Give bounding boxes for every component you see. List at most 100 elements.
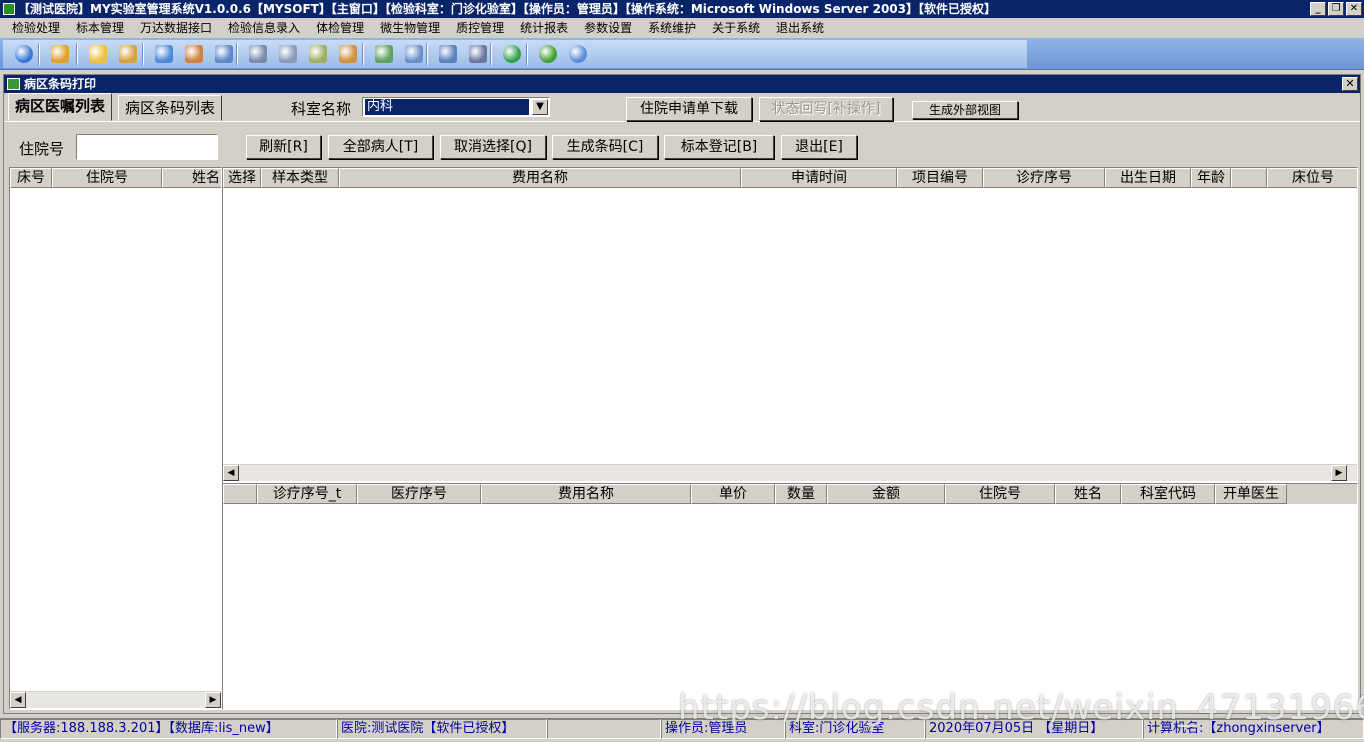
dept-select[interactable]: 内科 ▼: [362, 97, 550, 117]
menu-bar: 检验处理 标本管理 万达数据接口 检验信息录入 体检管理 微生物管理 质控管理 …: [0, 18, 1364, 38]
exit-button[interactable]: 退出[E]: [781, 135, 857, 159]
minimize-button[interactable]: _: [1310, 2, 1326, 16]
toolbar: [0, 38, 1364, 70]
subwindow-close-button[interactable]: ✕: [1342, 77, 1358, 91]
col-sample-type[interactable]: 样本类型: [261, 168, 339, 188]
refresh-toolbar-button[interactable]: [500, 42, 524, 66]
col-name[interactable]: 姓名: [162, 168, 221, 188]
col-fee-name[interactable]: 费用名称: [339, 168, 741, 188]
export-toolbar-button[interactable]: [372, 42, 396, 66]
chevron-down-icon[interactable]: ▼: [532, 99, 548, 115]
menu-item-specimen[interactable]: 标本管理: [68, 18, 132, 38]
status-server-db: 【服务器:188.188.3.201】【数据库:lis_new】: [0, 719, 337, 739]
tab-ward-barcodes[interactable]: 病区条码列表: [118, 95, 223, 121]
download-requests-button[interactable]: 住院申请单下载: [626, 97, 752, 121]
col-treatment-seq-t[interactable]: 诊疗序号_t: [257, 484, 357, 504]
col-bed-no[interactable]: 床号: [10, 168, 52, 188]
scroll-right-icon[interactable]: ▶: [1331, 465, 1347, 481]
toolbar-separator: [362, 43, 364, 65]
menu-item-info-entry[interactable]: 检验信息录入: [220, 18, 308, 38]
print-toolbar-button[interactable]: [246, 42, 270, 66]
col-indicator: [223, 484, 257, 504]
upload-icon: [185, 45, 203, 63]
col-birth-date[interactable]: 出生日期: [1105, 168, 1191, 188]
all-patients-button[interactable]: 全部病人[T]: [328, 135, 433, 159]
tab-ward-orders[interactable]: 病区医嘱列表: [8, 93, 113, 121]
settings-toolbar-button[interactable]: [12, 42, 36, 66]
col-blank[interactable]: [1231, 168, 1267, 188]
col-bed-position[interactable]: 床位号: [1267, 168, 1357, 188]
close-button[interactable]: ✕: [1346, 2, 1362, 16]
orders-grid-hscroll[interactable]: ◀ ▶: [223, 464, 1357, 481]
detail-grid-header: 诊疗序号_t 医疗序号 费用名称 单价 数量 金额 住院号 姓名 科室代码 开单…: [223, 484, 1357, 504]
col-inpatient-no[interactable]: 住院号: [945, 484, 1055, 504]
status-writeback-button[interactable]: 状态回写[补操作]: [759, 97, 893, 121]
col-inpatient-no[interactable]: 住院号: [52, 168, 162, 188]
col-quantity[interactable]: 数量: [775, 484, 827, 504]
dept-label: 科室名称: [291, 100, 352, 118]
col-select[interactable]: 选择: [223, 168, 261, 188]
orders-grid[interactable]: 选择 样本类型 费用名称 申请时间 项目编号 诊疗序号 出生日期 年龄 床位号 …: [222, 167, 1358, 483]
menu-item-exit[interactable]: 退出系统: [768, 18, 832, 38]
search-doc-toolbar-button[interactable]: [306, 42, 330, 66]
copy-toolbar-button[interactable]: [336, 42, 360, 66]
col-medical-seq[interactable]: 医疗序号: [357, 484, 481, 504]
col-amount[interactable]: 金额: [827, 484, 945, 504]
menu-item-inspection[interactable]: 检验处理: [4, 18, 68, 38]
new-doc-toolbar-button[interactable]: [86, 42, 110, 66]
menu-item-physical-exam[interactable]: 体检管理: [308, 18, 372, 38]
specimen-register-button[interactable]: 标本登记[B]: [664, 135, 774, 159]
toolbar-separator: [38, 43, 40, 65]
col-fee-name[interactable]: 费用名称: [481, 484, 691, 504]
edit-toolbar-button[interactable]: [212, 42, 236, 66]
patient-list-hscroll[interactable]: ◀ ▶: [10, 691, 221, 708]
refresh-button[interactable]: 刷新[R]: [246, 135, 321, 159]
menu-item-about[interactable]: 关于系统: [704, 18, 768, 38]
globe-toolbar-button[interactable]: [152, 42, 176, 66]
scroll-left-icon[interactable]: ◀: [10, 692, 26, 708]
scroll-right-icon[interactable]: ▶: [205, 692, 221, 708]
menu-item-microbiology[interactable]: 微生物管理: [372, 18, 448, 38]
export-icon: [375, 45, 393, 63]
detail-grid[interactable]: 诊疗序号_t 医疗序号 费用名称 单价 数量 金额 住院号 姓名 科室代码 开单…: [222, 483, 1358, 710]
col-request-time[interactable]: 申请时间: [741, 168, 897, 188]
generate-external-view-button[interactable]: 生成外部视图: [912, 101, 1018, 119]
barcode-print-window: 病区条码打印 ✕ 病区医嘱列表 病区条码列表 科室名称 内科 ▼ 住院申请单下载…: [3, 74, 1361, 714]
users-icon: [51, 45, 69, 63]
report-toolbar-button[interactable]: [402, 42, 426, 66]
printer-icon: [469, 45, 487, 63]
tools-toolbar-button[interactable]: [116, 42, 140, 66]
menu-item-quality-control[interactable]: 质控管理: [448, 18, 512, 38]
upload-toolbar-button[interactable]: [182, 42, 206, 66]
col-age[interactable]: 年龄: [1191, 168, 1231, 188]
patient-list[interactable]: 床号 住院号 姓名 ◀ ▶: [9, 167, 222, 710]
sync-icon: [539, 45, 557, 63]
menu-item-wanda-interface[interactable]: 万达数据接口: [132, 18, 220, 38]
toolbar-separator: [76, 43, 78, 65]
col-ordering-doctor[interactable]: 开单医生: [1215, 484, 1287, 504]
col-item-code[interactable]: 项目编号: [897, 168, 983, 188]
inpatient-no-input[interactable]: [76, 134, 218, 160]
search-doc-icon: [309, 45, 327, 63]
patient-list-header: 床号 住院号 姓名: [10, 168, 221, 188]
users-toolbar-button[interactable]: [48, 42, 72, 66]
col-dept-code[interactable]: 科室代码: [1121, 484, 1215, 504]
menu-item-maintenance[interactable]: 系统维护: [640, 18, 704, 38]
menu-item-reports[interactable]: 统计报表: [512, 18, 576, 38]
zoom-toolbar-button[interactable]: [436, 42, 460, 66]
col-name[interactable]: 姓名: [1055, 484, 1121, 504]
print-icon: [249, 45, 267, 63]
power-toolbar-button[interactable]: [566, 42, 590, 66]
col-unit-price[interactable]: 单价: [691, 484, 775, 504]
inpatient-no-label: 住院号: [19, 140, 65, 158]
window-icon: [7, 78, 20, 90]
generate-barcode-button[interactable]: 生成条码[C]: [552, 135, 658, 159]
restore-button[interactable]: ❐: [1328, 2, 1344, 16]
sync-toolbar-button[interactable]: [536, 42, 560, 66]
cancel-selection-button[interactable]: 取消选择[Q]: [440, 135, 546, 159]
menu-item-parameters[interactable]: 参数设置: [576, 18, 640, 38]
scroll-left-icon[interactable]: ◀: [223, 465, 239, 481]
printer-toolbar-button[interactable]: [466, 42, 490, 66]
col-treatment-seq[interactable]: 诊疗序号: [983, 168, 1105, 188]
print-preview-toolbar-button[interactable]: [276, 42, 300, 66]
